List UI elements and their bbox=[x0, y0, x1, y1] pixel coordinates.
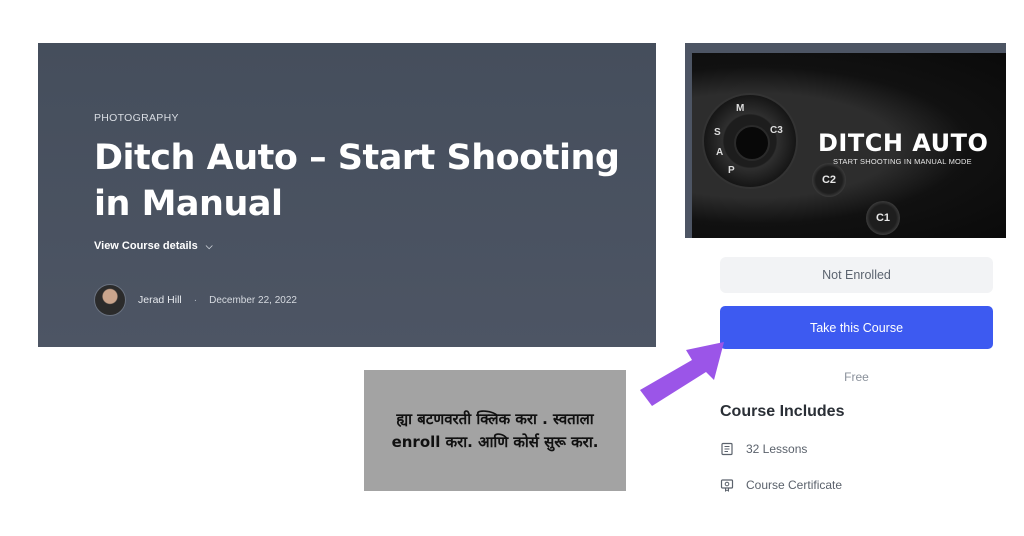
course-thumbnail: M S A P C3 C2 C1 DITCH AUTO START SHOOTI… bbox=[692, 53, 1006, 238]
camera-button-c2: C2 bbox=[812, 163, 846, 197]
dial-label-p: P bbox=[728, 165, 735, 176]
course-category[interactable]: PHOTOGRAPHY bbox=[94, 112, 179, 124]
view-course-details-toggle[interactable]: View Course details ⌵ bbox=[94, 240, 213, 252]
author-row: Jerad Hill · December 22, 2022 bbox=[94, 284, 297, 316]
avatar[interactable] bbox=[94, 284, 126, 316]
include-item-lessons: 32 Lessons bbox=[720, 442, 807, 456]
dial-label-a: A bbox=[716, 147, 724, 158]
thumbnail-subtitle: START SHOOTING IN MANUAL MODE bbox=[833, 157, 972, 166]
dial-label-m: M bbox=[736, 103, 745, 114]
author-name[interactable]: Jerad Hill bbox=[138, 294, 182, 306]
include-item-label: Course Certificate bbox=[746, 478, 843, 492]
include-item-certificate: Course Certificate bbox=[720, 478, 842, 492]
dial-center bbox=[734, 125, 770, 161]
certificate-icon bbox=[720, 479, 734, 492]
thumbnail-title: DITCH AUTO bbox=[818, 129, 989, 157]
view-course-details-label: View Course details bbox=[94, 240, 198, 252]
instruction-note: ह्या बटणवरती क्लिक करा . स्वताला enroll … bbox=[364, 370, 626, 491]
course-hero: PHOTOGRAPHY Ditch Auto – Start Shooting … bbox=[38, 43, 656, 347]
publish-date: December 22, 2022 bbox=[209, 294, 297, 306]
pointer-arrow-icon bbox=[640, 342, 724, 406]
dial-label-c3: C3 bbox=[770, 125, 783, 136]
chevron-down-icon: ⌵ bbox=[205, 240, 213, 251]
card-top-border bbox=[685, 43, 1006, 53]
course-sidebar-card: M S A P C3 C2 C1 DITCH AUTO START SHOOTI… bbox=[685, 43, 1006, 523]
take-this-course-button[interactable]: Take this Course bbox=[720, 306, 993, 349]
card-left-border bbox=[685, 43, 692, 238]
camera-button-c1: C1 bbox=[866, 201, 900, 235]
book-icon bbox=[721, 442, 733, 456]
dial-label-s: S bbox=[714, 127, 721, 138]
meta-separator: · bbox=[193, 294, 198, 306]
course-price: Free bbox=[844, 370, 869, 384]
camera-mode-dial: M S A P C3 bbox=[702, 93, 798, 189]
course-title: Ditch Auto – Start Shooting in Manual bbox=[94, 138, 620, 224]
include-item-label: 32 Lessons bbox=[746, 442, 808, 456]
enrollment-status: Not Enrolled bbox=[720, 257, 993, 293]
instruction-note-text: ह्या बटणवरती क्लिक करा . स्वताला enroll … bbox=[391, 409, 599, 451]
